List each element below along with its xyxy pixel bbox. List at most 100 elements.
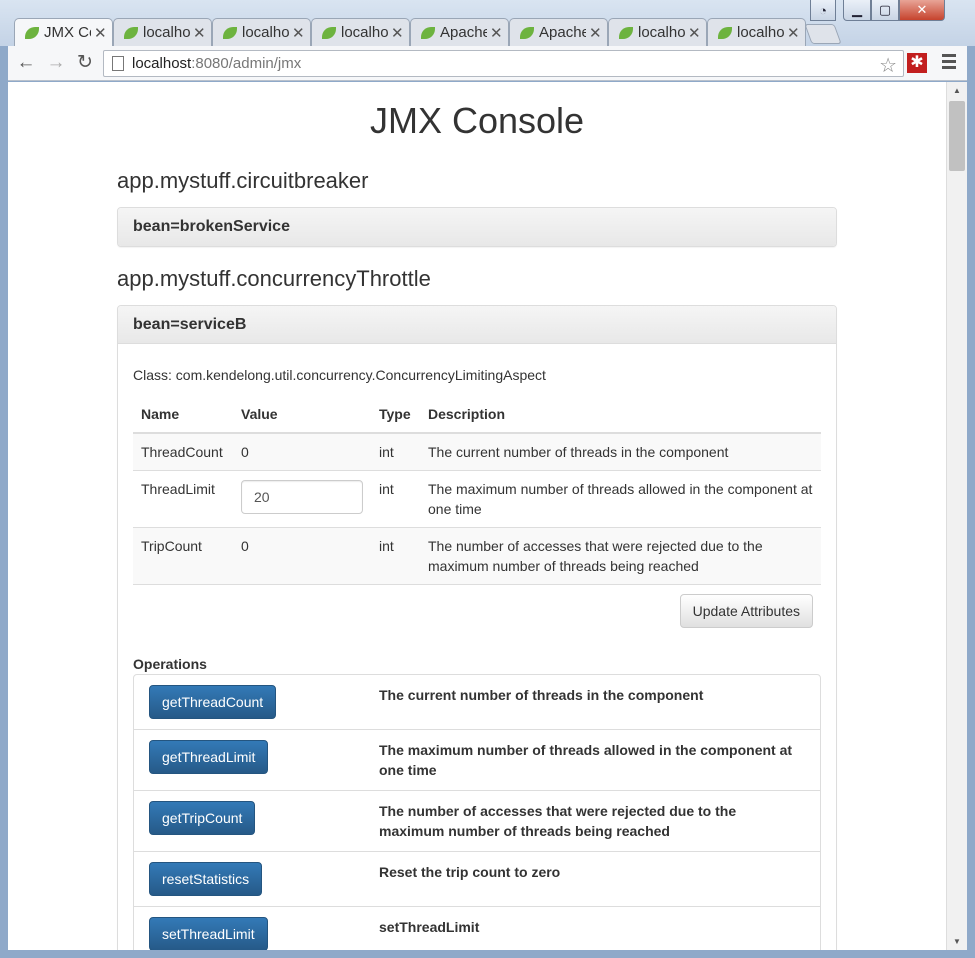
maximize-button[interactable]: ▢ [871, 0, 899, 21]
attribute-description: The current number of threads in the com… [420, 432, 821, 471]
extension-icon[interactable]: ✱ [907, 53, 927, 73]
tab-title: localho [737, 24, 784, 41]
bookmark-star-icon[interactable]: ☆ [879, 53, 897, 78]
spring-leaf-icon [322, 26, 336, 39]
attribute-type: int [371, 432, 420, 471]
attribute-name: TripCount [133, 527, 233, 584]
address-bar[interactable]: localhost:8080/admin/jmx ☆ [103, 50, 904, 77]
close-tab-icon[interactable]: ✕ [391, 24, 404, 42]
operation-button[interactable]: getThreadCount [149, 685, 277, 719]
spring-leaf-icon [124, 26, 138, 39]
browser-tab[interactable]: Apache ✕ [509, 18, 608, 46]
operation-button[interactable]: getTripCount [149, 801, 256, 835]
browser-titlebar: JMX Co ✕ localho ✕ localho ✕ localho ✕ A… [0, 0, 975, 46]
operation-row: getThreadLimit The maximum number of thr… [134, 729, 820, 790]
operation-description: The current number of threads in the com… [379, 687, 704, 703]
close-window-button[interactable]: ✕ [899, 0, 945, 21]
operation-row: getTripCount The number of accesses that… [134, 790, 820, 851]
scroll-down-arrow-icon[interactable]: ▼ [953, 937, 961, 946]
new-tab-button[interactable] [804, 24, 842, 44]
bean-class: Class: com.kendelong.util.concurrency.Co… [133, 367, 546, 383]
browser-tab[interactable]: localho ✕ [113, 18, 212, 46]
attribute-type: int [371, 527, 420, 584]
attribute-value-cell [233, 470, 371, 528]
operation-row: setThreadLimit setThreadLimit [134, 906, 820, 950]
browser-tab[interactable]: localho ✕ [212, 18, 311, 46]
browser-tab[interactable]: localho ✕ [608, 18, 707, 46]
tab-title: JMX Co [44, 24, 91, 41]
update-attributes-button[interactable]: Update Attributes [679, 594, 813, 628]
close-tab-icon[interactable]: ✕ [193, 24, 206, 42]
operation-row: resetStatistics Reset the trip count to … [134, 851, 820, 906]
operation-description: Reset the trip count to zero [379, 864, 561, 880]
attribute-name: ThreadLimit [133, 470, 233, 528]
browser-toolbar: ← → ↻ localhost:8080/admin/jmx ☆ ✱ [8, 46, 967, 81]
spring-leaf-icon [619, 26, 633, 39]
table-row: TripCount 0 int The number of accesses t… [133, 527, 821, 584]
operation-button[interactable]: resetStatistics [149, 862, 263, 896]
scrollbar-thumb[interactable] [949, 101, 965, 171]
tab-title: localho [242, 24, 289, 41]
column-header-name: Name [133, 395, 233, 434]
attribute-value: 0 [233, 527, 371, 584]
operations-list: getThreadCount The current number of thr… [133, 674, 821, 950]
window-frame-bottom [0, 950, 975, 958]
tab-strip: JMX Co ✕ localho ✕ localho ✕ localho ✕ A… [14, 18, 842, 46]
operation-button[interactable]: setThreadLimit [149, 917, 268, 950]
bean-panel: bean=brokenService [117, 207, 837, 247]
attribute-name: ThreadCount [133, 432, 233, 471]
bean-panel-body: Class: com.kendelong.util.concurrency.Co… [118, 344, 836, 950]
page-title: JMX Console [369, 100, 585, 141]
hamburger-menu-icon[interactable] [942, 54, 956, 72]
tab-title: localho [341, 24, 388, 41]
back-arrow-icon[interactable]: ← [14, 52, 38, 74]
close-tab-icon[interactable]: ✕ [490, 24, 503, 42]
scroll-up-arrow-icon[interactable]: ▲ [953, 86, 961, 95]
url-host: localhost [132, 55, 192, 72]
operation-button[interactable]: getThreadLimit [149, 740, 269, 774]
spring-leaf-icon [223, 26, 237, 39]
reload-icon[interactable]: ↻ [73, 52, 97, 74]
attribute-description: The number of accesses that were rejecte… [420, 527, 821, 584]
bean-panel-heading[interactable]: bean=serviceB [118, 306, 836, 344]
column-header-description: Description [420, 395, 821, 434]
operation-description: The maximum number of threads allowed in… [379, 742, 793, 778]
bean-panel: bean=serviceB Class: com.kendelong.util.… [117, 305, 837, 950]
tab-title: localho [143, 24, 190, 41]
table-header-row: Name Value Type Description [133, 395, 821, 434]
page-viewport: JMX Console app.mystuff.circuitbreaker b… [8, 82, 946, 950]
operations-title: Operations [133, 656, 207, 672]
operation-row: getThreadCount The current number of thr… [134, 675, 820, 729]
attribute-description: The maximum number of threads allowed in… [420, 470, 821, 528]
minimize-button[interactable]: ▁ [843, 0, 871, 21]
forward-arrow-icon[interactable]: → [44, 52, 68, 74]
close-tab-icon[interactable]: ✕ [589, 24, 602, 42]
user-profile-icon[interactable]: ◔ [810, 0, 836, 21]
operation-description: The number of accesses that were rejecte… [379, 803, 737, 839]
close-tab-icon[interactable]: ✕ [292, 24, 305, 42]
spring-leaf-icon [718, 26, 732, 39]
operation-description: setThreadLimit [379, 919, 480, 935]
attributes-table: Name Value Type Description ThreadCount … [133, 395, 821, 584]
domain-title: app.mystuff.circuitbreaker [117, 168, 369, 193]
browser-tab[interactable]: localho ✕ [707, 18, 806, 46]
vertical-scrollbar[interactable]: ▲ ▼ [946, 82, 967, 950]
bean-panel-heading[interactable]: bean=brokenService [118, 208, 836, 246]
column-header-value: Value [233, 395, 371, 434]
column-header-type: Type [371, 395, 420, 434]
url-path: :8080/admin/jmx [191, 55, 302, 72]
window-controls: ▁ ▢ ✕ [843, 0, 945, 24]
thread-limit-input[interactable] [241, 480, 363, 514]
tab-title: localho [638, 24, 685, 41]
browser-tab[interactable]: Apache ✕ [410, 18, 509, 46]
spring-leaf-icon [520, 26, 534, 39]
domain-title: app.mystuff.concurrencyThrottle [117, 266, 431, 291]
table-row: ThreadLimit int The maximum number of th… [133, 470, 821, 528]
browser-tab[interactable]: JMX Co ✕ [14, 18, 113, 46]
tab-title: Apache [539, 24, 586, 41]
close-tab-icon[interactable]: ✕ [787, 24, 800, 42]
table-row: ThreadCount 0 int The current number of … [133, 432, 821, 471]
close-tab-icon[interactable]: ✕ [688, 24, 701, 42]
close-tab-icon[interactable]: ✕ [94, 24, 107, 42]
browser-tab[interactable]: localho ✕ [311, 18, 410, 46]
